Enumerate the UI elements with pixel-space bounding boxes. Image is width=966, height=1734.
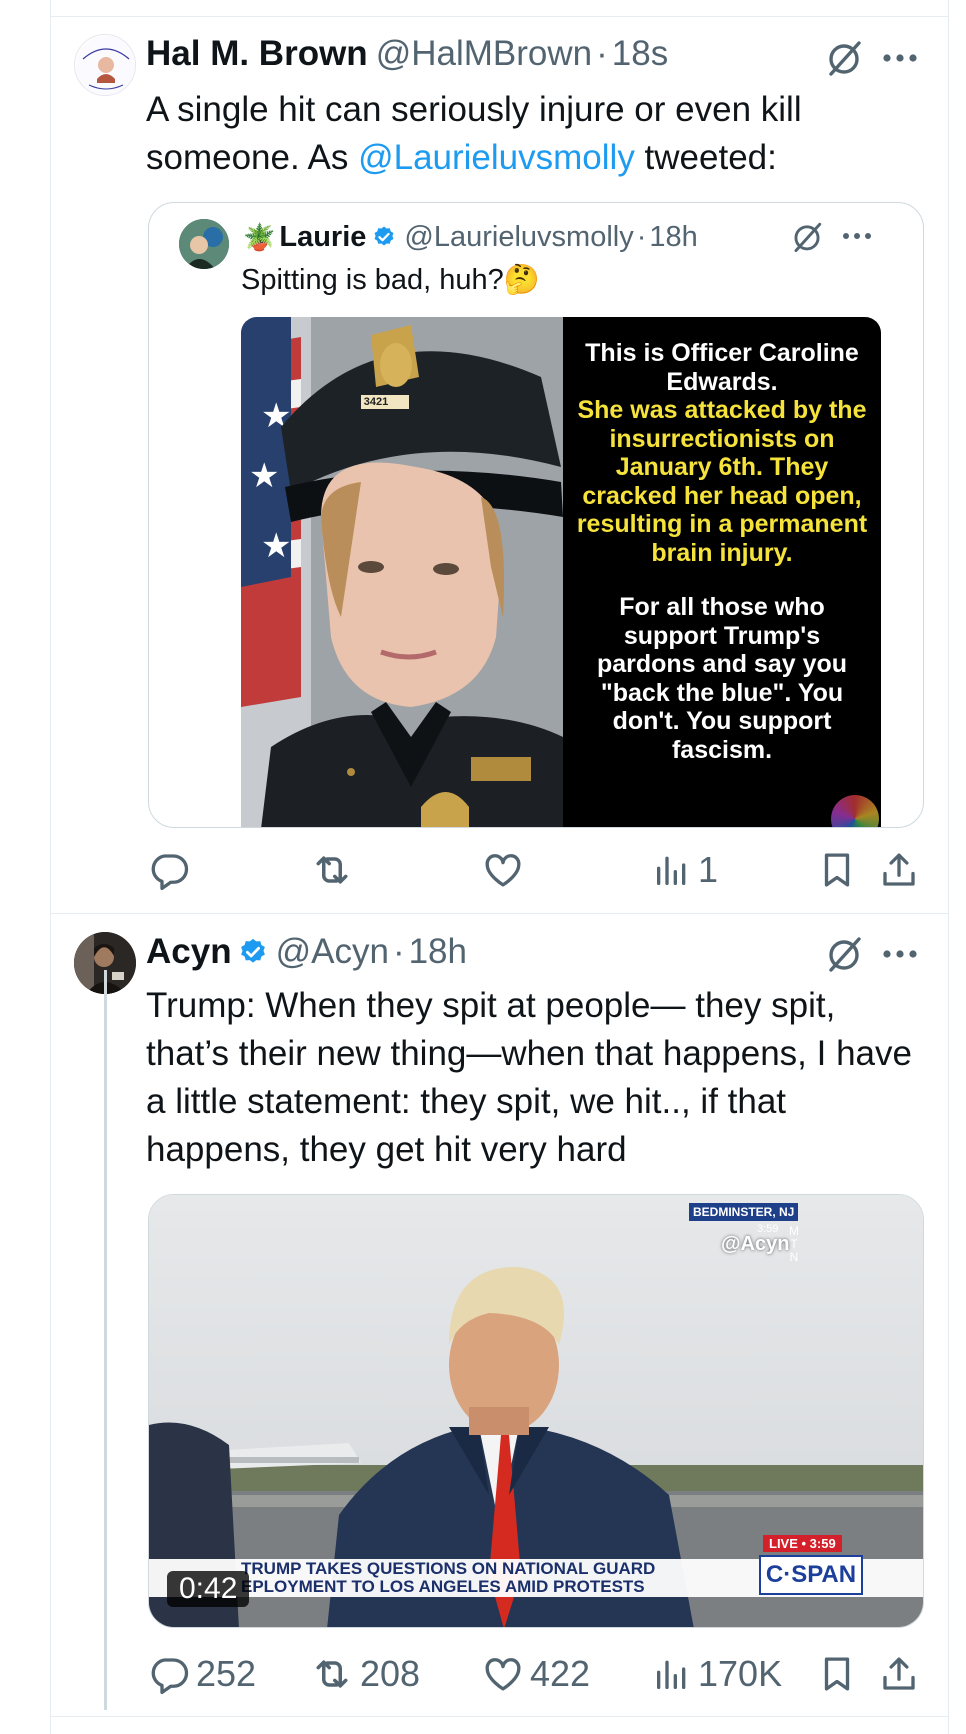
tweet2-video[interactable]: BEDMINSTER, NJ 3:59 @Acyn M T N TRUMP TA… [148, 1194, 924, 1628]
quote-timestamp[interactable]: 18h [649, 221, 697, 254]
tweet1-author-name[interactable]: Hal M. Brown [146, 34, 368, 74]
tweet2-timestamp[interactable]: 18h [409, 932, 467, 972]
tweet2-like-count: 422 [530, 1653, 591, 1694]
more-icon [883, 950, 917, 958]
cspan-logo: C·SPAN [759, 1555, 863, 1595]
repost-icon [316, 856, 348, 884]
divider-top [50, 16, 949, 17]
tweet1-actions: 1 [148, 840, 924, 900]
tweet1-repost-button[interactable] [310, 840, 360, 900]
tweet2-header: Acyn @Acyn · 18h [146, 932, 467, 972]
quote-header: 🪴 Laurie @Laurieluvsmolly · 18h [243, 221, 698, 254]
reply-icon [151, 1658, 189, 1695]
badge-number: 3421 [363, 396, 389, 408]
grok-icon [829, 41, 861, 76]
verified-badge-icon [238, 937, 268, 967]
bookmark-icon [824, 1657, 850, 1691]
tweet2-separator: · [392, 932, 405, 971]
video-location-tag: BEDMINSTER, NJ [689, 1203, 799, 1221]
chyron-line-2: EPLOYMENT TO LOS ANGELES AMID PROTESTS [241, 1577, 645, 1596]
timeline-border-left [50, 0, 51, 1734]
tweet1-text-part2: tweeted: [634, 138, 777, 177]
video-live-tag: LIVE • 3:59 [763, 1535, 842, 1552]
officer-caption-panel: This is Officer Caroline Edwards. She wa… [563, 317, 881, 827]
quote-separator: · [636, 221, 647, 253]
share-icon [883, 853, 915, 886]
tweet1-views-count: 1 [698, 849, 719, 890]
quote-author-name[interactable]: Laurie [279, 221, 366, 254]
avatar-laurie-image [179, 219, 229, 269]
video-watermark: @Acyn [721, 1233, 790, 1255]
svg-text:★: ★ [261, 526, 291, 566]
tweet1-bookmark-button[interactable] [816, 840, 858, 900]
tweet1-grok-button[interactable] [818, 36, 870, 80]
views-icon [657, 1660, 686, 1689]
quote-handle[interactable]: @Laurieluvsmolly [404, 221, 633, 254]
tweet1-header: Hal M. Brown @HalMBrown · 18s [146, 34, 668, 74]
caption-conclusion: For all those who support Trump's pardon… [596, 593, 848, 764]
quote-text: Spitting is bad, huh?🤔 [241, 264, 540, 296]
tweet2-views-count: 170K [698, 1653, 783, 1694]
tweet2-text: Trump: When they spit at people— they sp… [146, 986, 912, 1169]
caption-highlight: She was attacked by the insurrectionists… [576, 396, 868, 567]
tweet2-bookmark-button[interactable] [816, 1644, 858, 1704]
watermark-logo [831, 795, 879, 827]
timeline-border-right [948, 0, 949, 1734]
quoted-tweet-card[interactable]: 🪴 Laurie @Laurieluvsmolly · 18h Spitting… [148, 202, 924, 828]
tweet2-author-name[interactable]: Acyn [146, 932, 232, 972]
quote-image[interactable]: ★ ★ ★ 3421 This is Officer Caroline Edwa… [241, 317, 881, 827]
tweet2-reply-button[interactable]: 252 [148, 1644, 256, 1704]
views-icon [657, 856, 686, 885]
tweet1-views-button[interactable]: 1 [652, 840, 718, 900]
more-icon [883, 54, 917, 62]
tweet2-like-button[interactable]: 422 [482, 1644, 590, 1704]
tweet2-more-button[interactable] [876, 936, 924, 972]
tweet2-share-button[interactable] [878, 1644, 920, 1704]
more-icon [843, 233, 871, 239]
video-watermark-side: M T N [789, 1224, 799, 1264]
chyron-line-1: TRUMP TAKES QUESTIONS ON NATIONAL GUARD [241, 1559, 656, 1578]
video-duration-badge: 0:42 [167, 1571, 250, 1607]
grok-icon [829, 937, 861, 972]
share-icon [883, 1657, 915, 1690]
tweet1-handle[interactable]: @HalMBrown [376, 34, 592, 74]
tweet2-repost-count: 208 [360, 1653, 421, 1694]
tweet2-handle[interactable]: @Acyn [276, 932, 389, 972]
reply-icon [151, 854, 189, 891]
quote-grok-button[interactable] [785, 217, 829, 257]
caption-intro: This is Officer Caroline Edwards. [585, 339, 859, 396]
tweet1-timestamp[interactable]: 18s [612, 34, 668, 74]
like-icon [485, 1658, 521, 1691]
tweet1-reply-button[interactable] [148, 840, 196, 900]
tweet2-reply-count: 252 [196, 1653, 257, 1694]
bookmark-icon [824, 853, 850, 887]
tweet1-like-button[interactable] [482, 840, 530, 900]
tweet1-separator: · [596, 34, 608, 73]
tweet2-grok-button[interactable] [818, 932, 870, 976]
avatar-hal-m-brown-image [76, 36, 135, 95]
tweet1-share-button[interactable] [878, 840, 920, 900]
avatar-laurie[interactable] [179, 219, 229, 269]
svg-text:★: ★ [249, 456, 279, 496]
grok-icon [794, 222, 822, 253]
avatar-hal-m-brown[interactable] [74, 34, 136, 96]
plant-emoji-icon: 🪴 [243, 222, 276, 252]
like-icon [485, 854, 521, 887]
verified-badge-icon [372, 225, 396, 249]
tweet2-actions: 252 208 422 170K [148, 1644, 924, 1704]
tweet2-views-button[interactable]: 170K [652, 1644, 782, 1704]
tweet1-more-button[interactable] [876, 40, 924, 76]
tweet1-text: A single hit can seriously injure or eve… [146, 86, 916, 182]
officer-photo: ★ ★ ★ 3421 [241, 317, 563, 827]
divider-bottom [50, 1716, 949, 1717]
quote-more-button[interactable] [837, 219, 877, 253]
divider-between-tweets [50, 913, 949, 914]
tweet1-mention-link[interactable]: @Laurieluvsmolly [358, 138, 635, 177]
thread-line [104, 970, 107, 1710]
repost-icon [316, 1660, 348, 1688]
tweet2-repost-button[interactable]: 208 [310, 1644, 420, 1704]
